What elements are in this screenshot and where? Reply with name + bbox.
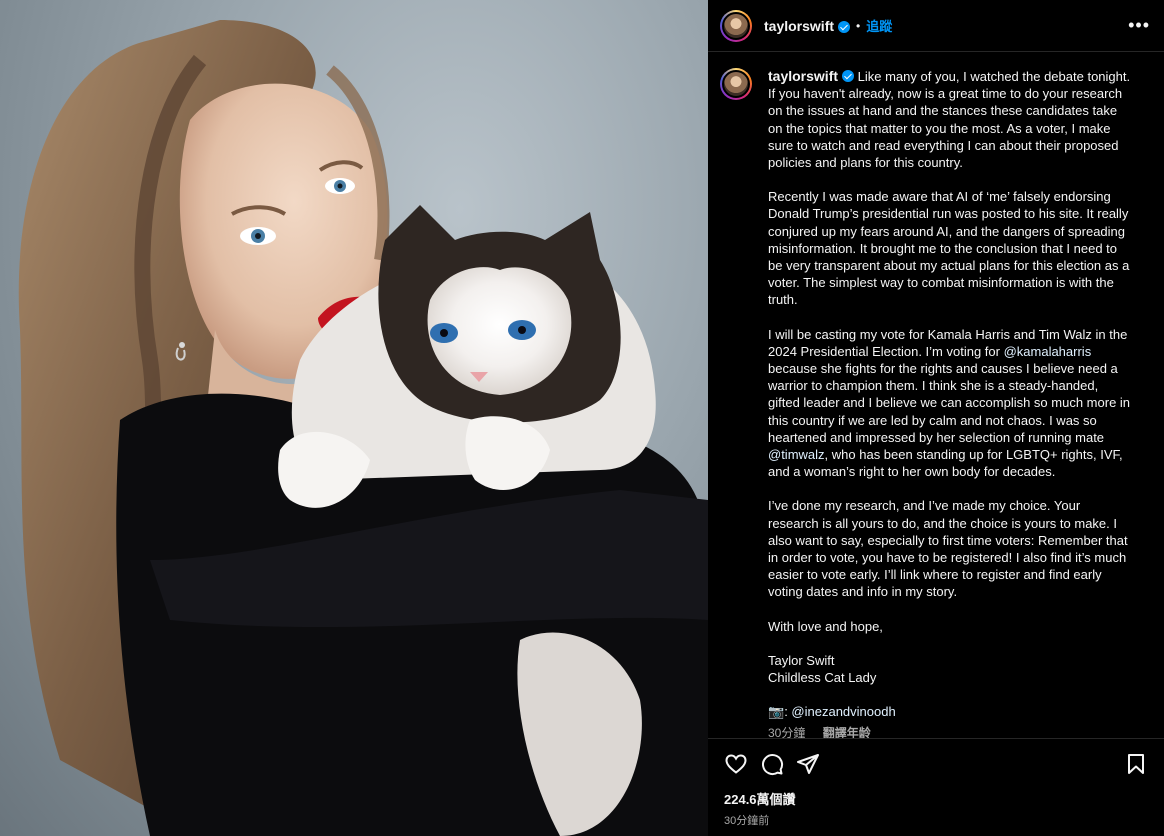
- like-count[interactable]: 224.6萬個讚: [724, 789, 1148, 808]
- photo-illustration: [18, 20, 708, 836]
- caption-timestamp: 30分鐘: [768, 725, 806, 739]
- caption-text-1: Like many of you, I watched the debate t…: [768, 69, 1131, 171]
- author-avatar[interactable]: [720, 9, 752, 42]
- bookmark-icon[interactable]: [1124, 752, 1148, 776]
- caption-paragraph-4: I’ve done my research, and I’ve made my …: [768, 498, 1128, 600]
- caption-username[interactable]: taylorswift: [768, 68, 838, 84]
- separator-dot: •: [856, 18, 861, 33]
- author-username[interactable]: taylorswift: [764, 18, 834, 34]
- post-viewer: taylorswift • 追蹤 ••• taylorswift Like ma…: [0, 0, 1164, 836]
- comment-icon[interactable]: [760, 752, 784, 776]
- mention-link-inezandvinoodh[interactable]: @inezandvinoodh: [791, 704, 895, 719]
- post-details-panel: taylorswift • 追蹤 ••• taylorswift Like ma…: [708, 0, 1164, 836]
- heart-icon[interactable]: [724, 752, 748, 776]
- mention-link-timwalz[interactable]: @timwalz: [768, 447, 825, 462]
- caption-paragraph-3: I will be casting my vote for Kamala Har…: [768, 326, 1132, 481]
- signature-name: Taylor Swift: [768, 652, 835, 668]
- post-actions: 224.6萬個讚 30分鐘前: [708, 738, 1164, 836]
- caption-meta: 30分鐘 翻譯年龄: [768, 725, 1132, 739]
- follow-button[interactable]: 追蹤: [866, 16, 892, 35]
- translate-link[interactable]: 翻譯年龄: [823, 726, 871, 739]
- caption-signature: Taylor Swift Childless Cat Lady: [768, 652, 1132, 686]
- post-photo[interactable]: [0, 0, 708, 836]
- caption-author-avatar[interactable]: [720, 68, 752, 100]
- caption: taylorswift Like many of you, I watched …: [768, 68, 1132, 738]
- action-icons: [724, 739, 1148, 789]
- mention-link-kamalaharris[interactable]: @kamalaharris: [1004, 344, 1092, 359]
- post-header: taylorswift • 追蹤 •••: [708, 0, 1164, 52]
- verified-badge-icon: [838, 20, 851, 33]
- more-options-icon[interactable]: •••: [1128, 15, 1150, 36]
- caption-paragraph-1: taylorswift Like many of you, I watched …: [768, 68, 1132, 171]
- post-timestamp[interactable]: 30分鐘前: [724, 812, 1148, 828]
- caption-scroll-area[interactable]: taylorswift Like many of you, I watched …: [708, 52, 1164, 738]
- send-icon[interactable]: [796, 752, 820, 776]
- signature-title: Childless Cat Lady: [768, 670, 877, 686]
- caption-paragraph-5: With love and hope,: [768, 618, 883, 634]
- photo-credit: 📷: @inezandvinoodh: [768, 703, 1132, 720]
- caption-text-3b: because she fights for the rights and ca…: [768, 361, 1131, 445]
- caption-paragraph-2: Recently I was made aware that AI of ‘me…: [768, 189, 1130, 308]
- camera-icon: 📷: [768, 704, 785, 720]
- verified-badge-icon: [842, 70, 855, 82]
